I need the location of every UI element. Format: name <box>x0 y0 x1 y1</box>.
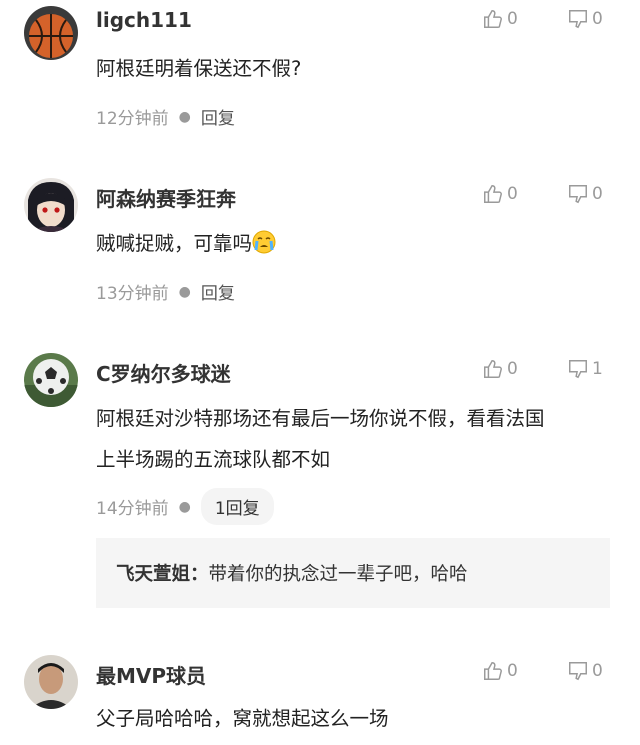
dislike-count: 1 <box>592 359 603 379</box>
person-avatar-icon <box>24 655 78 709</box>
comment-text-content: 贼喊捉贼，可靠吗 <box>96 232 253 255</box>
anime-avatar-icon <box>24 178 78 232</box>
comment-meta: 13分钟前 ● 回复 <box>96 279 235 305</box>
comment-meta: 12分钟前 ● 回复 <box>96 104 235 130</box>
separator-dot: ● <box>178 498 191 515</box>
dislike-count: 0 <box>592 9 603 29</box>
timestamp: 14分钟前 <box>96 499 169 519</box>
dislike-button[interactable]: 1 <box>567 358 603 380</box>
like-count: 0 <box>507 661 518 681</box>
timestamp: 12分钟前 <box>96 109 169 129</box>
username[interactable]: 阿森纳赛季狂奔 <box>96 183 236 212</box>
thumbs-up-icon <box>484 185 502 203</box>
timestamp: 13分钟前 <box>96 284 169 304</box>
reply-count-button[interactable]: 1回复 <box>200 488 274 525</box>
comment-text: 贼喊捉贼，可靠吗 <box>96 223 616 264</box>
user-avatar[interactable] <box>24 655 78 709</box>
like-count: 0 <box>507 184 518 204</box>
comment-text-line: 上半场踢的五流球队都不如 <box>96 448 331 471</box>
like-button[interactable]: 0 <box>482 8 518 30</box>
dislike-button[interactable]: 0 <box>567 8 603 30</box>
ball-avatar-icon <box>24 353 78 407</box>
separator-dot: ● <box>178 108 191 125</box>
thumbs-up-icon <box>484 662 502 680</box>
thumbs-down-icon <box>569 662 587 681</box>
crying-face-icon <box>252 227 276 254</box>
dislike-count: 0 <box>592 661 603 681</box>
thumbs-down-icon <box>569 360 587 379</box>
username[interactable]: ligch111 <box>96 8 192 32</box>
reply-button[interactable]: 回复 <box>201 104 235 129</box>
thumbs-down-icon <box>569 185 587 204</box>
separator-dot: ● <box>178 283 191 300</box>
like-count: 0 <box>507 359 518 379</box>
thumbs-down-icon <box>569 10 587 29</box>
like-count: 0 <box>507 9 518 29</box>
comment-text: 阿根廷对沙特那场还有最后一场你说不假，看看法国 上半场踢的五流球队都不如 <box>96 398 616 480</box>
basketball-icon <box>24 6 78 60</box>
thumbs-up-icon <box>484 10 502 28</box>
comment-text-line: 阿根廷对沙特那场还有最后一场你说不假，看看法国 <box>96 407 545 430</box>
like-button[interactable]: 0 <box>482 183 518 205</box>
reply-author[interactable]: 飞天萱姐： <box>116 560 209 586</box>
comment-text: 阿根廷明着保送还不假? <box>96 57 302 80</box>
user-avatar[interactable] <box>24 6 78 60</box>
user-avatar[interactable] <box>24 178 78 232</box>
reply-button[interactable]: 回复 <box>201 279 235 304</box>
user-avatar[interactable] <box>24 353 78 407</box>
dislike-count: 0 <box>592 184 603 204</box>
username[interactable]: 最MVP球员 <box>96 660 206 689</box>
dislike-button[interactable]: 0 <box>567 183 603 205</box>
dislike-button[interactable]: 0 <box>567 660 603 682</box>
reply-text: 带着你的执念过一辈子吧，哈哈 <box>208 564 468 585</box>
like-button[interactable]: 0 <box>482 358 518 380</box>
comment-text: 父子局哈哈哈，窝就想起这么一场 <box>96 707 389 730</box>
comment-meta: 14分钟前 ● 1回复 <box>96 488 274 525</box>
thumbs-up-icon <box>484 360 502 378</box>
username[interactable]: C罗纳尔多球迷 <box>96 358 231 387</box>
reply-preview[interactable]: 飞天萱姐： 带着你的执念过一辈子吧，哈哈 <box>96 538 610 608</box>
like-button[interactable]: 0 <box>482 660 518 682</box>
